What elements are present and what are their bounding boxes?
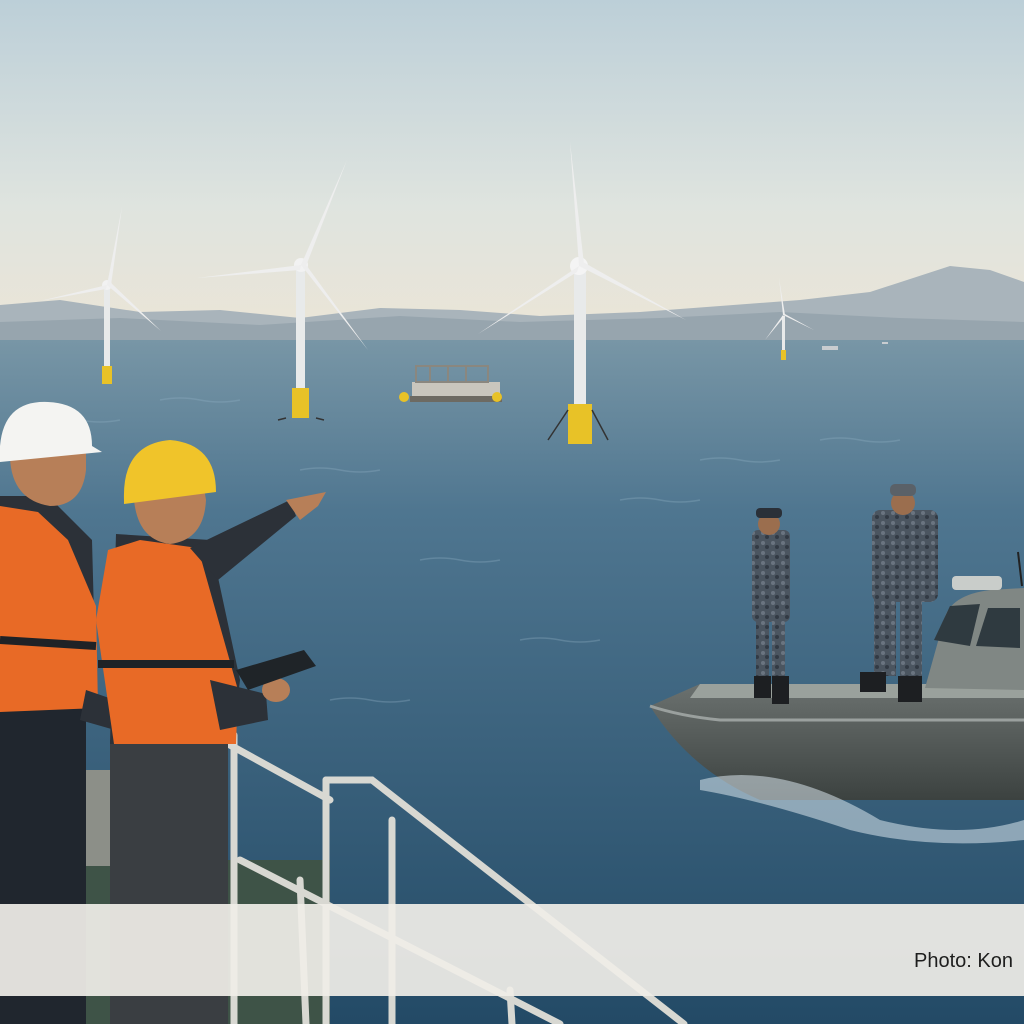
distant-boat	[822, 346, 838, 350]
yellow-buoy	[399, 392, 409, 402]
yellow-buoy	[492, 392, 502, 402]
distant-boat	[882, 342, 888, 344]
photo-credit: Photo: Kon	[914, 950, 1013, 972]
offshore-wind-farm-photo	[0, 0, 1024, 1024]
caption-band	[0, 904, 1024, 996]
